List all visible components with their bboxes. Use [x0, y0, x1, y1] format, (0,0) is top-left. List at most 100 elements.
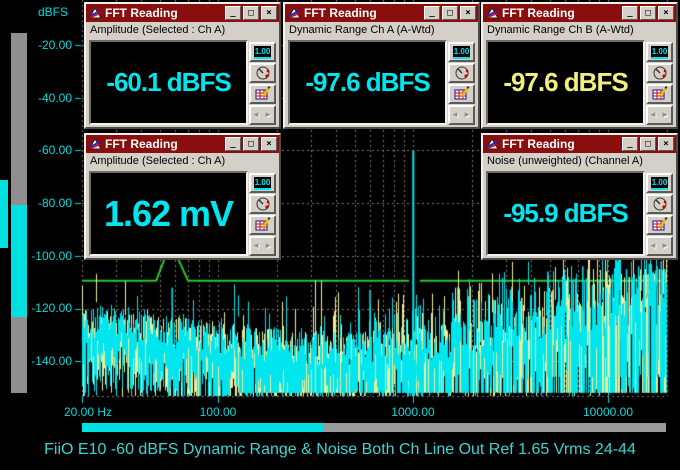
prev-next-arrows-button[interactable]: ◄ ► — [249, 105, 276, 125]
scale-button[interactable]: 1.00 — [448, 42, 475, 62]
app-triangle-logo-icon — [88, 6, 103, 20]
table-edit-icon — [255, 217, 270, 231]
window-title: FFT Reading — [502, 137, 575, 151]
scale-button[interactable]: 1.00 — [249, 42, 276, 62]
maximize-button[interactable]: □ — [442, 6, 458, 20]
meter-side-buttons: 1.00 ◄ ► — [646, 173, 673, 256]
prev-next-arrows-button[interactable]: ◄ ► — [249, 236, 276, 256]
scale-value: 1.00 — [253, 176, 272, 190]
data-editor-button[interactable] — [249, 84, 276, 104]
titlebar[interactable]: FFT Reading _ □ × — [285, 4, 478, 22]
minimize-button[interactable]: _ — [622, 137, 638, 151]
table-edit-icon — [454, 86, 469, 100]
close-button[interactable]: × — [658, 6, 674, 20]
y-tick-label: -20.00 — [37, 38, 72, 52]
window-title: FFT Reading — [105, 6, 178, 20]
scale-button[interactable]: 1.00 — [646, 173, 673, 193]
y-tick-label: -140.00 — [31, 354, 72, 368]
horizontal-scroll-bar[interactable] — [82, 423, 666, 432]
left-edge-range-indicator[interactable] — [0, 180, 8, 248]
prev-next-arrows-icon: ◄ ► — [251, 110, 274, 119]
vertical-scroll-bar[interactable] — [11, 33, 27, 393]
y-tick-label: -60.00 — [37, 143, 72, 157]
meter-side-buttons: 1.00 ◄ ► — [448, 42, 475, 125]
x-tick-label: 10000.00 — [582, 405, 634, 419]
analog-meter-button[interactable] — [646, 194, 673, 214]
close-button[interactable]: × — [261, 6, 277, 20]
gauge-icon — [653, 197, 666, 211]
prev-next-arrows-icon: ◄ ► — [648, 110, 671, 119]
table-edit-icon — [255, 86, 270, 100]
meter-side-buttons: 1.00 ◄ ► — [249, 42, 276, 125]
meter-display: 1.62 mV — [89, 171, 248, 256]
meter-function-label: Amplitude (Selected : Ch A) — [90, 155, 226, 167]
meter-window-noise: FFT Reading _ □ × Noise (unweighted) (Ch… — [481, 133, 678, 260]
meter-window-dynamic-range-a: FFT Reading _ □ × Dynamic Range Ch A (A-… — [283, 2, 480, 129]
analog-meter-button[interactable] — [448, 63, 475, 83]
x-tick-label: 100.00 — [199, 405, 237, 419]
close-button[interactable]: × — [261, 137, 277, 151]
analog-meter-button[interactable] — [249, 194, 276, 214]
horizontal-scroll-thumb[interactable] — [82, 423, 323, 432]
app-triangle-logo-icon — [485, 137, 500, 151]
minimize-button[interactable]: _ — [225, 6, 241, 20]
titlebar[interactable]: FFT Reading _ □ × — [483, 4, 676, 22]
vertical-scroll-track-bottom[interactable] — [11, 317, 27, 393]
meter-reading-value: -95.9 dBFS — [503, 198, 628, 228]
meter-window-amplitude-dbfs: FFT Reading _ □ × Amplitude (Selected : … — [84, 2, 281, 129]
meter-display: -60.1 dBFS — [89, 40, 248, 125]
y-tick-label: -80.00 — [37, 196, 72, 210]
gauge-icon — [455, 66, 468, 80]
titlebar[interactable]: FFT Reading _ □ × — [86, 4, 279, 22]
data-editor-button[interactable] — [646, 84, 673, 104]
y-tick-label: -120.00 — [31, 301, 72, 315]
x-tick-label: 1000.00 — [391, 405, 435, 419]
data-editor-button[interactable] — [448, 84, 475, 104]
vertical-scroll-track-top[interactable] — [11, 33, 27, 205]
prev-next-arrows-icon: ◄ ► — [251, 241, 274, 250]
meter-reading-value: 1.62 mV — [103, 192, 234, 234]
prev-next-arrows-button[interactable]: ◄ ► — [448, 105, 475, 125]
y-tick-label: -40.00 — [37, 91, 72, 105]
minimize-button[interactable]: _ — [225, 137, 241, 151]
minimize-button[interactable]: _ — [622, 6, 638, 20]
window-title: FFT Reading — [105, 137, 178, 151]
scale-value: 1.00 — [650, 45, 669, 59]
meter-function-label: Dynamic Range Ch B (A-Wtd) — [487, 24, 634, 36]
close-button[interactable]: × — [658, 137, 674, 151]
window-title: FFT Reading — [502, 6, 575, 20]
meter-reading-value: -97.6 dBFS — [503, 67, 628, 97]
y-axis-unit-label: dBFS — [38, 5, 69, 19]
prev-next-arrows-icon: ◄ ► — [450, 110, 473, 119]
meter-function-label: Amplitude (Selected : Ch A) — [90, 24, 226, 36]
scale-button[interactable]: 1.00 — [646, 42, 673, 62]
prev-next-arrows-button[interactable]: ◄ ► — [646, 105, 673, 125]
maximize-button[interactable]: □ — [243, 137, 259, 151]
minimize-button[interactable]: _ — [424, 6, 440, 20]
maximize-button[interactable]: □ — [640, 6, 656, 20]
meter-side-buttons: 1.00 ◄ ► — [646, 42, 673, 125]
meter-function-label: Dynamic Range Ch A (A-Wtd) — [289, 24, 435, 36]
window-title: FFT Reading — [304, 6, 377, 20]
scale-button[interactable]: 1.00 — [249, 173, 276, 193]
analog-meter-button[interactable] — [646, 63, 673, 83]
meter-display: -97.6 dBFS — [486, 40, 645, 125]
meter-function-label: Noise (unweighted) (Channel A) — [487, 155, 643, 167]
scale-value: 1.00 — [650, 176, 669, 190]
table-edit-icon — [652, 217, 667, 231]
data-editor-button[interactable] — [646, 215, 673, 235]
analog-meter-button[interactable] — [249, 63, 276, 83]
data-editor-button[interactable] — [249, 215, 276, 235]
vertical-scroll-thumb[interactable] — [11, 205, 27, 317]
meter-reading-value: -97.6 dBFS — [305, 67, 430, 97]
prev-next-arrows-button[interactable]: ◄ ► — [646, 236, 673, 256]
titlebar[interactable]: FFT Reading _ □ × — [483, 135, 676, 153]
app-triangle-logo-icon — [287, 6, 302, 20]
gauge-icon — [256, 66, 269, 80]
maximize-button[interactable]: □ — [640, 137, 656, 151]
table-edit-icon — [652, 86, 667, 100]
meter-display: -95.9 dBFS — [486, 171, 645, 256]
titlebar[interactable]: FFT Reading _ □ × — [86, 135, 279, 153]
close-button[interactable]: × — [460, 6, 476, 20]
maximize-button[interactable]: □ — [243, 6, 259, 20]
